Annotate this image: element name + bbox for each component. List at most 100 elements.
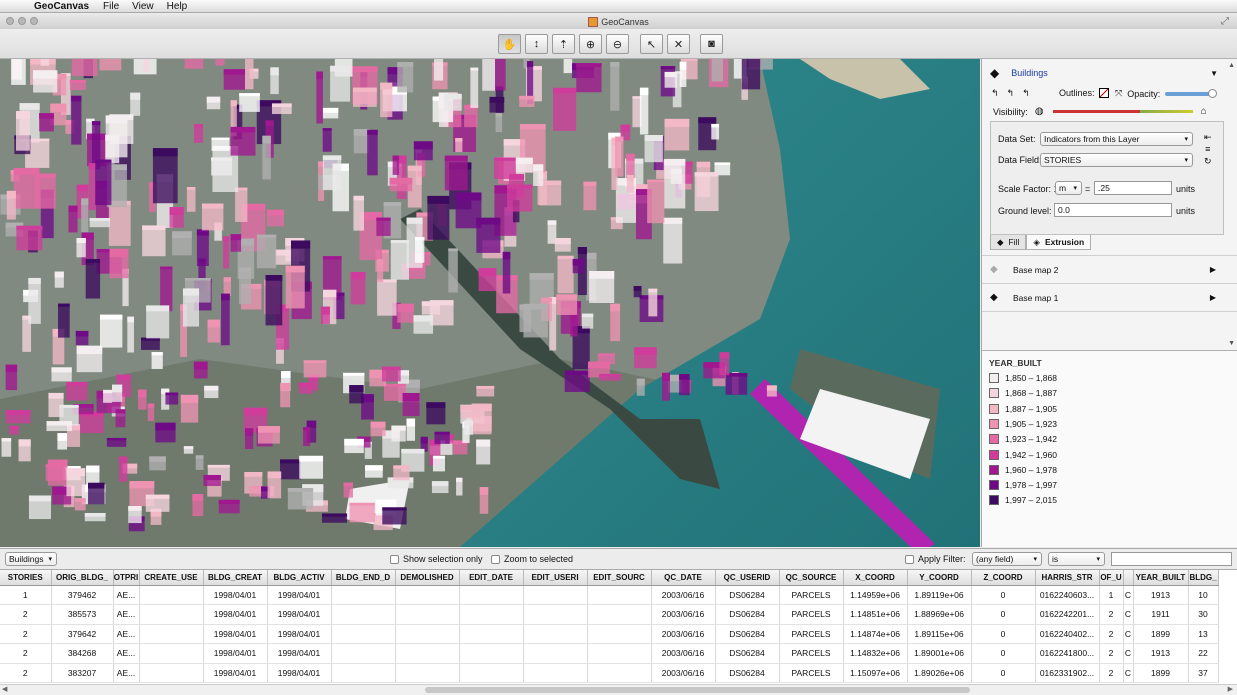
table-cell[interactable] — [139, 604, 204, 625]
table-cell[interactable]: 1.15097e+06 — [843, 663, 908, 683]
map-view[interactable] — [0, 59, 980, 547]
table-cell[interactable]: 1998/04/01 — [267, 663, 332, 683]
basemap-1-row[interactable]: ◆ Base map 1 ▶ — [982, 283, 1237, 311]
table-cell[interactable] — [523, 624, 588, 644]
move-up-icon[interactable]: ↰ — [991, 88, 999, 99]
table-cell[interactable]: C — [1123, 624, 1134, 644]
list-icon[interactable]: ≡ — [1205, 143, 1210, 155]
opacity-slider-knob[interactable] — [1208, 88, 1218, 98]
filter-value-input[interactable] — [1111, 552, 1232, 566]
visibility-range-slider[interactable] — [1052, 110, 1193, 113]
column-header[interactable]: EDIT_DATE — [459, 570, 524, 586]
fullscreen-icon[interactable]: ⤢ — [1221, 16, 1229, 27]
column-header[interactable]: BLDG_ — [1188, 570, 1219, 586]
column-header[interactable]: HARRIS_STR — [1035, 570, 1100, 586]
table-cell[interactable]: 0162240603... — [1035, 585, 1100, 605]
checkbox-box[interactable] — [491, 554, 500, 564]
column-header[interactable]: QC_DATE — [651, 570, 716, 586]
table-cell[interactable] — [523, 604, 588, 625]
table-cell[interactable]: AE... — [113, 624, 140, 644]
table-cell[interactable]: 10 — [1188, 585, 1219, 605]
table-cell[interactable] — [587, 663, 652, 683]
table-cell[interactable] — [523, 585, 588, 605]
table-cell[interactable] — [459, 604, 524, 625]
table-cell[interactable] — [587, 643, 652, 664]
table-cell[interactable] — [523, 663, 588, 683]
column-header[interactable]: BLDG_ACTIV — [267, 570, 332, 586]
table-cell[interactable]: 0162242201... — [1035, 604, 1100, 625]
table-cell[interactable]: 2 — [0, 604, 52, 625]
layer-dropdown-icon[interactable]: ▼ — [1210, 69, 1218, 78]
table-cell[interactable] — [139, 585, 204, 605]
select-tool-button[interactable]: ↖ — [640, 34, 663, 54]
table-cell[interactable] — [459, 624, 524, 644]
scroll-right-icon[interactable]: ▶ — [1228, 685, 1233, 693]
checkbox-box[interactable] — [390, 554, 399, 564]
table-cell[interactable] — [459, 643, 524, 664]
table-cell[interactable]: DS06284 — [715, 604, 780, 625]
table-cell[interactable]: PARCELS — [779, 604, 844, 625]
table-cell[interactable]: AE... — [113, 585, 140, 605]
data-field-select[interactable]: STORIES ▾ — [1040, 153, 1193, 167]
table-cell[interactable]: 0162240402... — [1035, 624, 1100, 644]
table-cell[interactable]: 2 — [1099, 643, 1124, 664]
scale-value-input[interactable]: .25 — [1094, 181, 1172, 195]
table-cell[interactable]: 0162331902... — [1035, 663, 1100, 683]
table-cell[interactable] — [395, 643, 460, 664]
column-header[interactable]: STORIES — [0, 570, 52, 586]
filter-field-select[interactable]: (any field) ▾ — [972, 552, 1042, 566]
table-cell[interactable]: 2003/06/16 — [651, 585, 716, 605]
table-cell[interactable]: 2 — [1099, 604, 1124, 625]
table-cell[interactable]: DS06284 — [715, 663, 780, 683]
menu-view[interactable]: View — [132, 1, 154, 12]
clear-selection-button[interactable]: ✕ — [667, 34, 690, 54]
zoom-selected-checkbox[interactable]: Zoom to selected — [491, 554, 573, 564]
map-canvas[interactable] — [0, 59, 980, 547]
table-layer-select[interactable]: Buildings ▾ — [5, 552, 57, 566]
column-header[interactable]: BLDG_END_D — [331, 570, 396, 586]
scrollbar-thumb[interactable] — [425, 687, 970, 693]
table-cell[interactable]: 13 — [1188, 624, 1219, 644]
table-cell[interactable]: 0 — [971, 624, 1036, 644]
table-cell[interactable]: 2 — [1099, 663, 1124, 683]
table-cell[interactable]: 1.14851e+06 — [843, 604, 908, 625]
close-window-button[interactable] — [6, 17, 14, 25]
table-cell[interactable]: 2 — [0, 624, 52, 644]
table-row[interactable]: 1 379462 AE... 1998/04/01 1998/04/01 2003/06/… — [0, 585, 1219, 605]
table-cell[interactable]: DS06284 — [715, 624, 780, 644]
table-cell[interactable]: 383207 — [51, 663, 114, 683]
column-header[interactable]: OTPRI — [113, 570, 140, 586]
table-cell[interactable]: 1899 — [1133, 663, 1189, 683]
table-cell[interactable]: AE... — [113, 643, 140, 664]
table-cell[interactable] — [331, 624, 396, 644]
layer-header[interactable]: ◆ Buildings ▼ — [982, 59, 1237, 87]
table-cell[interactable]: C — [1123, 643, 1134, 664]
table-row[interactable]: 2 383207 AE... 1998/04/01 1998/04/01 2003/06/… — [0, 663, 1219, 683]
table-cell[interactable]: 1 — [0, 585, 52, 605]
home-icon[interactable]: ⌂ — [1201, 106, 1207, 117]
table-cell[interactable]: 1998/04/01 — [267, 604, 332, 625]
filter-operator-select[interactable]: is ▾ — [1048, 552, 1105, 566]
table-cell[interactable] — [331, 663, 396, 683]
table-cell[interactable]: 37 — [1188, 663, 1219, 683]
checkbox-box[interactable] — [905, 554, 914, 564]
table-cell[interactable]: 1.89001e+06 — [907, 643, 972, 664]
table-cell[interactable] — [587, 604, 652, 625]
table-cell[interactable]: 1998/04/01 — [203, 624, 268, 644]
scroll-up-icon[interactable]: ▲ — [1228, 62, 1235, 69]
table-cell[interactable]: 1998/04/01 — [203, 585, 268, 605]
table-cell[interactable]: 0 — [971, 643, 1036, 664]
scale-unit-select[interactable]: m ▾ — [1055, 181, 1082, 195]
column-header[interactable]: OF_U — [1099, 570, 1124, 586]
tab-fill[interactable]: ◆ Fill — [990, 235, 1027, 250]
column-header[interactable]: Z_COORD — [971, 570, 1036, 586]
chevron-right-icon[interactable]: ▶ — [1210, 293, 1216, 302]
expand-icon[interactable]: ⤧ — [1115, 88, 1122, 99]
table-cell[interactable]: 0 — [971, 663, 1036, 683]
minimize-window-button[interactable] — [18, 17, 26, 25]
table-cell[interactable]: DS06284 — [715, 585, 780, 605]
column-header[interactable]: ORIG_BLDG_ — [51, 570, 114, 586]
apply-filter-checkbox[interactable]: Apply Filter: — [905, 554, 966, 564]
table-cell[interactable]: 1.89115e+06 — [907, 624, 972, 644]
table-cell[interactable]: 2003/06/16 — [651, 604, 716, 625]
